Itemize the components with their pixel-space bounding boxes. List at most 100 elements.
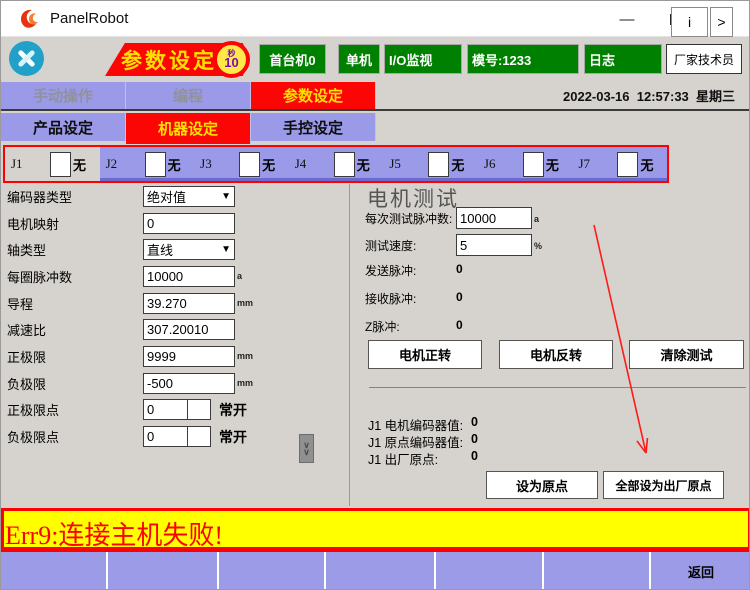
dropdown-arrow-icon: ▼ xyxy=(221,191,231,202)
unit-label: a xyxy=(237,271,242,281)
field-label: 正极限点 xyxy=(1,400,143,419)
joint-selector-bar: J1 无 J2 无 J3 无 J4 无 J5 无 J6 无 xyxy=(3,145,669,183)
axis-type-select[interactable]: 直线 ▼ xyxy=(143,239,235,260)
error-message: Err9:连接主机失败! xyxy=(5,515,223,552)
countdown-badge: 秒 10 xyxy=(213,41,250,78)
tab-programming[interactable]: 编程 xyxy=(126,82,251,109)
test-speed-input[interactable] xyxy=(456,234,532,256)
tools-icon xyxy=(9,41,44,76)
bottom-bar-cell[interactable] xyxy=(544,552,651,590)
badge-value: 10 xyxy=(224,57,238,69)
info-icon: i xyxy=(688,14,691,30)
datetime-display: 2022-03-16 12:57:33 星期三 xyxy=(563,86,749,105)
field-label: 负极限点 xyxy=(1,427,143,446)
joint-item-j4[interactable]: J4 无 xyxy=(289,147,384,181)
joint-item-j2[interactable]: J2 无 xyxy=(100,147,195,181)
subtab-product-settings[interactable]: 产品设定 xyxy=(1,113,126,141)
joint-item-j6[interactable]: J6 无 xyxy=(478,147,573,181)
contact-state-label: 常开 xyxy=(219,400,247,420)
joint-checkbox[interactable] xyxy=(145,152,166,177)
joint-state: 无 xyxy=(451,155,464,174)
readout-factory-origin: J1 出厂原点: 0 xyxy=(368,449,478,468)
field-label: 正极限 xyxy=(1,347,143,366)
error-next-button[interactable]: > xyxy=(710,7,733,37)
log-button[interactable]: 日志 xyxy=(584,44,662,74)
app-logo-icon xyxy=(18,7,42,31)
select-value: 直线 xyxy=(147,240,173,259)
joint-checkbox[interactable] xyxy=(239,152,260,177)
motor-reverse-button[interactable]: 电机反转 xyxy=(499,340,613,369)
chevron-down-icon: ∨ xyxy=(303,449,310,456)
window-title: PanelRobot xyxy=(50,10,128,27)
panel-divider xyxy=(349,184,350,506)
subtab-manual-control-settings[interactable]: 手控设定 xyxy=(251,113,376,141)
joint-checkbox[interactable] xyxy=(334,152,355,177)
tab-parameter-settings[interactable]: 参数设定 xyxy=(251,82,376,109)
joint-item-j1[interactable]: J1 无 xyxy=(5,147,100,181)
motor-mapping-input[interactable] xyxy=(147,216,231,231)
bottom-bar-cell[interactable] xyxy=(326,552,436,590)
motor-forward-button[interactable]: 电机正转 xyxy=(368,340,482,369)
field-label: 负极限 xyxy=(1,374,143,393)
next-icon: > xyxy=(717,14,725,30)
field-label: 电机映射 xyxy=(1,214,143,233)
toolbar: 参数设定 秒 10 首台机0 单机 I/O监视 模号:1233 日志 厂家技术员 xyxy=(1,38,749,82)
unit-label: mm xyxy=(237,351,253,361)
encoder-type-select[interactable]: 绝对值 ▼ xyxy=(143,186,235,207)
minimize-button[interactable]: — xyxy=(603,1,651,37)
error-bar: Err9:连接主机失败! xyxy=(1,508,750,550)
bottom-bar-cell[interactable] xyxy=(1,552,108,590)
set-origin-button[interactable]: 设为原点 xyxy=(486,471,598,499)
z-pulse-value: 0 xyxy=(456,318,463,332)
joint-item-j7[interactable]: J7 无 xyxy=(572,147,667,181)
set-all-factory-origin-button[interactable]: 全部设为出厂原点 xyxy=(603,471,724,499)
joint-checkbox[interactable] xyxy=(428,152,449,177)
positive-limit-point-input[interactable] xyxy=(147,402,184,417)
readout-value: 0 xyxy=(471,449,478,468)
error-info-button[interactable]: i xyxy=(671,7,708,37)
tab-manual-operation[interactable]: 手动操作 xyxy=(1,82,126,109)
single-mode-button[interactable]: 单机 xyxy=(338,44,380,74)
field-label: 每圈脉冲数 xyxy=(1,267,143,286)
lead-input[interactable] xyxy=(147,296,231,311)
joint-state: 无 xyxy=(262,155,275,174)
scroll-down-button[interactable]: ∨ ∨ xyxy=(299,434,314,463)
negative-limit-input[interactable] xyxy=(147,376,231,391)
negative-limit-point-input[interactable] xyxy=(147,429,184,444)
model-number-button[interactable]: 模号:1233 xyxy=(467,44,579,74)
joint-item-j5[interactable]: J5 无 xyxy=(383,147,478,181)
subtab-machine-settings[interactable]: 机器设定 xyxy=(126,113,251,144)
positive-limit-input[interactable] xyxy=(147,349,231,364)
bottom-bar-cell[interactable] xyxy=(219,552,326,590)
main-tab-bar: 手动操作 编程 参数设定 2022-03-16 12:57:33 星期三 xyxy=(1,82,749,111)
machine-select-button[interactable]: 首台机0 xyxy=(259,44,326,74)
bottom-bar-cell[interactable] xyxy=(108,552,219,590)
joint-id: J1 xyxy=(11,156,41,172)
readout-label: J1 出厂原点: xyxy=(368,449,471,468)
clear-test-button[interactable]: 清除测试 xyxy=(629,340,744,369)
field-label: 发送脉冲: xyxy=(365,262,416,279)
pulses-per-rev-input[interactable] xyxy=(147,269,231,284)
io-monitor-button[interactable]: I/O监视 xyxy=(384,44,462,74)
negative-limit-point-aux-box[interactable] xyxy=(188,426,211,447)
form-row-encoder-type: 编码器类型 绝对值 ▼ xyxy=(1,183,347,210)
form-row-negative-limit-point: 负极限点 常开 xyxy=(1,423,347,450)
unit-label: a xyxy=(534,214,539,224)
joint-id: J6 xyxy=(484,156,514,172)
form-row-negative-limit: 负极限 mm xyxy=(1,370,347,397)
reduction-ratio-input[interactable] xyxy=(147,322,231,337)
joint-item-j3[interactable]: J3 无 xyxy=(194,147,289,181)
return-button[interactable]: 返回 xyxy=(651,552,750,590)
bottom-bar-cell[interactable] xyxy=(436,552,544,590)
joint-checkbox[interactable] xyxy=(50,152,71,177)
form-row-axis-type: 轴类型 直线 ▼ xyxy=(1,236,347,263)
joint-checkbox[interactable] xyxy=(523,152,544,177)
field-label: 轴类型 xyxy=(1,240,143,259)
test-pulses-input[interactable] xyxy=(456,207,532,229)
joint-checkbox[interactable] xyxy=(617,152,638,177)
section-divider xyxy=(369,387,746,388)
joint-state: 无 xyxy=(546,155,559,174)
form-row-motor-mapping: 电机映射 xyxy=(1,210,347,237)
positive-limit-point-aux-box[interactable] xyxy=(188,399,211,420)
user-role-button[interactable]: 厂家技术员 xyxy=(666,44,742,74)
